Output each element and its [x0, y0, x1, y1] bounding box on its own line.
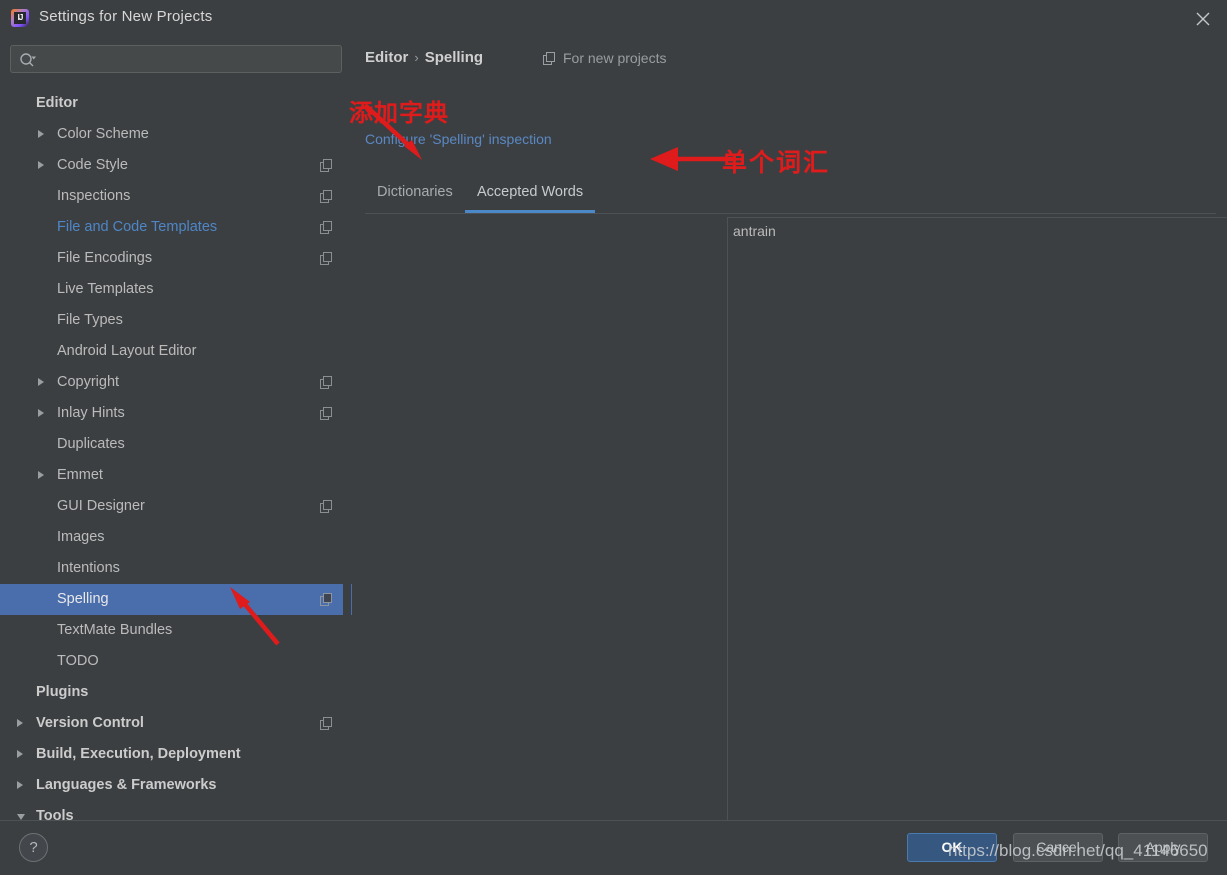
sidebar-item-label: Emmet	[57, 467, 103, 483]
active-tab-underline	[465, 210, 596, 213]
sidebar-item-label: Spelling	[57, 591, 109, 607]
sidebar-item-live-templates[interactable]: Live Templates	[0, 274, 352, 305]
sidebar-item-inspections[interactable]: Inspections	[0, 181, 352, 212]
search-icon	[19, 52, 37, 73]
copy-settings-icon	[320, 376, 333, 389]
chevron-right-icon[interactable]	[38, 161, 44, 169]
title-bar: IJ Settings for New Projects	[0, 0, 1227, 36]
sidebar-item-file-and-code-templates[interactable]: File and Code Templates	[0, 212, 352, 243]
tab-dictionaries[interactable]: Dictionaries	[365, 176, 465, 213]
sidebar-item-gui-designer[interactable]: GUI Designer	[0, 491, 352, 522]
window-title: Settings for New Projects	[39, 8, 213, 25]
sidebar-item-label: Languages & Frameworks	[36, 777, 217, 793]
sidebar-item-label: Inlay Hints	[57, 405, 125, 421]
chevron-right-icon[interactable]	[17, 719, 23, 727]
sidebar-item-label: File Types	[57, 312, 123, 328]
apply-button[interactable]: Apply	[1118, 833, 1208, 862]
settings-sidebar: Editor Color Scheme Code Style Inspections F…	[0, 36, 694, 820]
sidebar-item-label: Editor	[36, 95, 78, 111]
sidebar-item-label: Tools	[36, 808, 74, 820]
sidebar-item-intentions[interactable]: Intentions	[0, 553, 352, 584]
chevron-right-icon[interactable]	[17, 781, 23, 789]
sidebar-item-label: Android Layout Editor	[57, 343, 197, 359]
configure-spelling-inspection-link[interactable]: Configure 'Spelling' inspection	[365, 131, 552, 147]
ok-button[interactable]: OK	[907, 833, 997, 862]
copy-settings-icon	[320, 407, 333, 420]
copy-settings-icon	[320, 252, 333, 265]
tab-accepted-words[interactable]: Accepted Words	[465, 176, 596, 213]
sidebar-item-label: Plugins	[36, 684, 89, 700]
breadcrumb: Editor › Spelling	[365, 49, 483, 66]
breadcrumb-current: Spelling	[424, 49, 484, 66]
sidebar-item-label: Code Style	[57, 157, 128, 173]
chevron-right-icon[interactable]	[38, 471, 44, 479]
settings-dialog: IJ Settings for New Projects Editor Color…	[0, 0, 1227, 875]
sidebar-item-label: File Encodings	[57, 250, 153, 266]
sidebar-scrollbar-track[interactable]	[343, 36, 694, 768]
sidebar-item-file-types[interactable]: File Types	[0, 305, 352, 336]
sidebar-item-tools[interactable]: Tools	[0, 801, 352, 820]
sidebar-item-label: TODO	[57, 653, 99, 669]
sidebar-item-label: TextMate Bundles	[57, 622, 173, 638]
tab-label: Dictionaries	[377, 184, 453, 200]
intellij-idea-icon: IJ	[11, 9, 29, 27]
sidebar-item-label: Color Scheme	[57, 126, 149, 142]
chevron-right-icon[interactable]	[17, 750, 23, 758]
settings-tree[interactable]: Editor Color Scheme Code Style Inspections F…	[0, 88, 352, 820]
copy-settings-icon	[320, 500, 333, 513]
sidebar-item-color-scheme[interactable]: Color Scheme	[0, 119, 352, 150]
settings-tabs: Dictionaries Accepted Words	[365, 176, 1216, 214]
sidebar-item-label: Live Templates	[57, 281, 154, 297]
sidebar-item-copyright[interactable]: Copyright	[0, 367, 352, 398]
sidebar-item-build-execution-deployment[interactable]: Build, Execution, Deployment	[0, 739, 352, 770]
search-input[interactable]	[45, 46, 337, 72]
sidebar-item-label: Duplicates	[57, 436, 125, 452]
accepted-words-list[interactable]: antrain	[727, 217, 1227, 834]
cancel-button[interactable]: Cancel	[1013, 833, 1103, 862]
close-icon[interactable]	[1179, 0, 1227, 36]
sidebar-item-label: Copyright	[57, 374, 120, 390]
chevron-right-icon[interactable]	[38, 130, 44, 138]
sidebar-item-editor[interactable]: Editor	[0, 88, 352, 119]
sidebar-item-label: Version Control	[36, 715, 144, 731]
chevron-right-icon[interactable]	[38, 378, 44, 386]
copy-settings-icon	[320, 221, 333, 234]
sidebar-item-file-encodings[interactable]: File Encodings	[0, 243, 352, 274]
sidebar-item-code-style[interactable]: Code Style	[0, 150, 352, 181]
list-item[interactable]: antrain	[728, 218, 1227, 244]
chevron-right-icon[interactable]	[38, 409, 44, 417]
copy-settings-icon	[543, 52, 556, 65]
copy-settings-icon	[320, 593, 333, 606]
sidebar-item-label: File and Code Templates	[57, 219, 218, 235]
sidebar-item-images[interactable]: Images	[0, 522, 352, 553]
scope-label: For new projects	[563, 50, 667, 66]
sidebar-item-textmate-bundles[interactable]: TextMate Bundles	[0, 615, 352, 646]
copy-settings-icon	[320, 190, 333, 203]
sidebar-item-label: Build, Execution, Deployment	[36, 746, 241, 762]
scope-indicator: For new projects	[543, 50, 667, 66]
help-icon[interactable]: ?	[19, 833, 48, 862]
sidebar-item-label: GUI Designer	[57, 498, 145, 514]
sidebar-item-plugins[interactable]: Plugins	[0, 677, 352, 708]
sidebar-item-version-control[interactable]: Version Control	[0, 708, 352, 739]
sidebar-item-emmet[interactable]: Emmet	[0, 460, 352, 491]
sidebar-item-inlay-hints[interactable]: Inlay Hints	[0, 398, 352, 429]
settings-content: Editor › Spelling For new projects Configu…	[352, 36, 1227, 834]
search-box[interactable]	[10, 45, 342, 73]
copy-settings-icon	[320, 159, 333, 172]
sidebar-item-android-layout-editor[interactable]: Android Layout Editor	[0, 336, 352, 367]
breadcrumb-root[interactable]: Editor	[365, 49, 408, 66]
sidebar-item-label: Inspections	[57, 188, 131, 204]
sidebar-item-languages-frameworks[interactable]: Languages & Frameworks	[0, 770, 352, 801]
sidebar-item-label: Intentions	[57, 560, 120, 576]
dialog-footer: ? OK Cancel Apply	[0, 820, 1227, 875]
sidebar-item-spelling[interactable]: Spelling	[0, 584, 352, 615]
sidebar-item-duplicates[interactable]: Duplicates	[0, 429, 352, 460]
copy-settings-icon	[320, 717, 333, 730]
breadcrumb-separator: ›	[414, 50, 419, 65]
sidebar-item-label: Images	[57, 529, 105, 545]
sidebar-item-todo[interactable]: TODO	[0, 646, 352, 677]
tab-label: Accepted Words	[477, 184, 584, 200]
